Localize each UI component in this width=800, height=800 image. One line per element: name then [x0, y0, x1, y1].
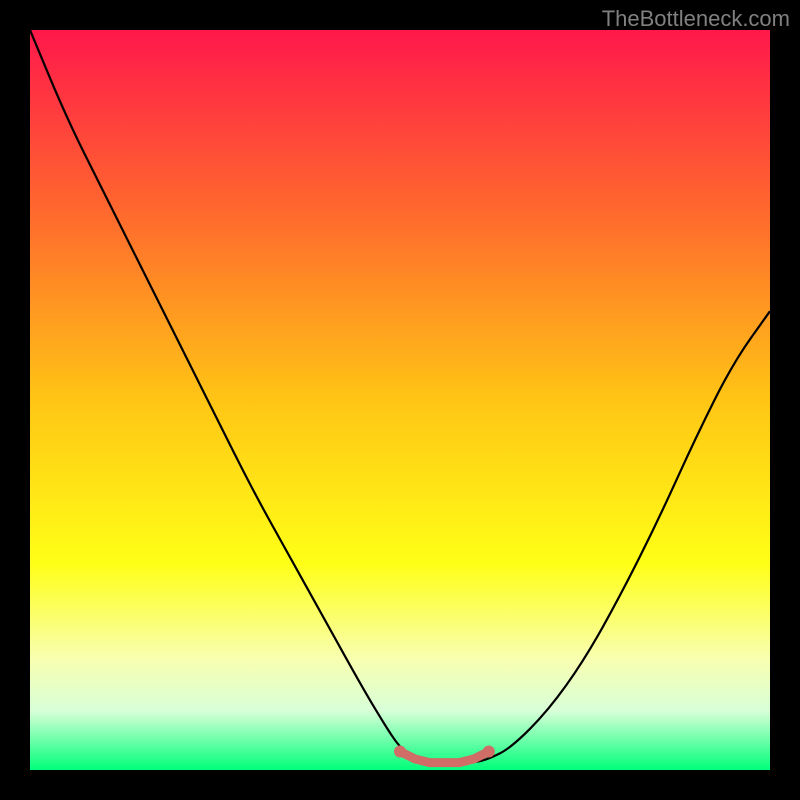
- chart-container: [30, 30, 770, 770]
- gradient-background: [30, 30, 770, 770]
- watermark-text: TheBottleneck.com: [602, 6, 790, 32]
- bottleneck-chart: [30, 30, 770, 770]
